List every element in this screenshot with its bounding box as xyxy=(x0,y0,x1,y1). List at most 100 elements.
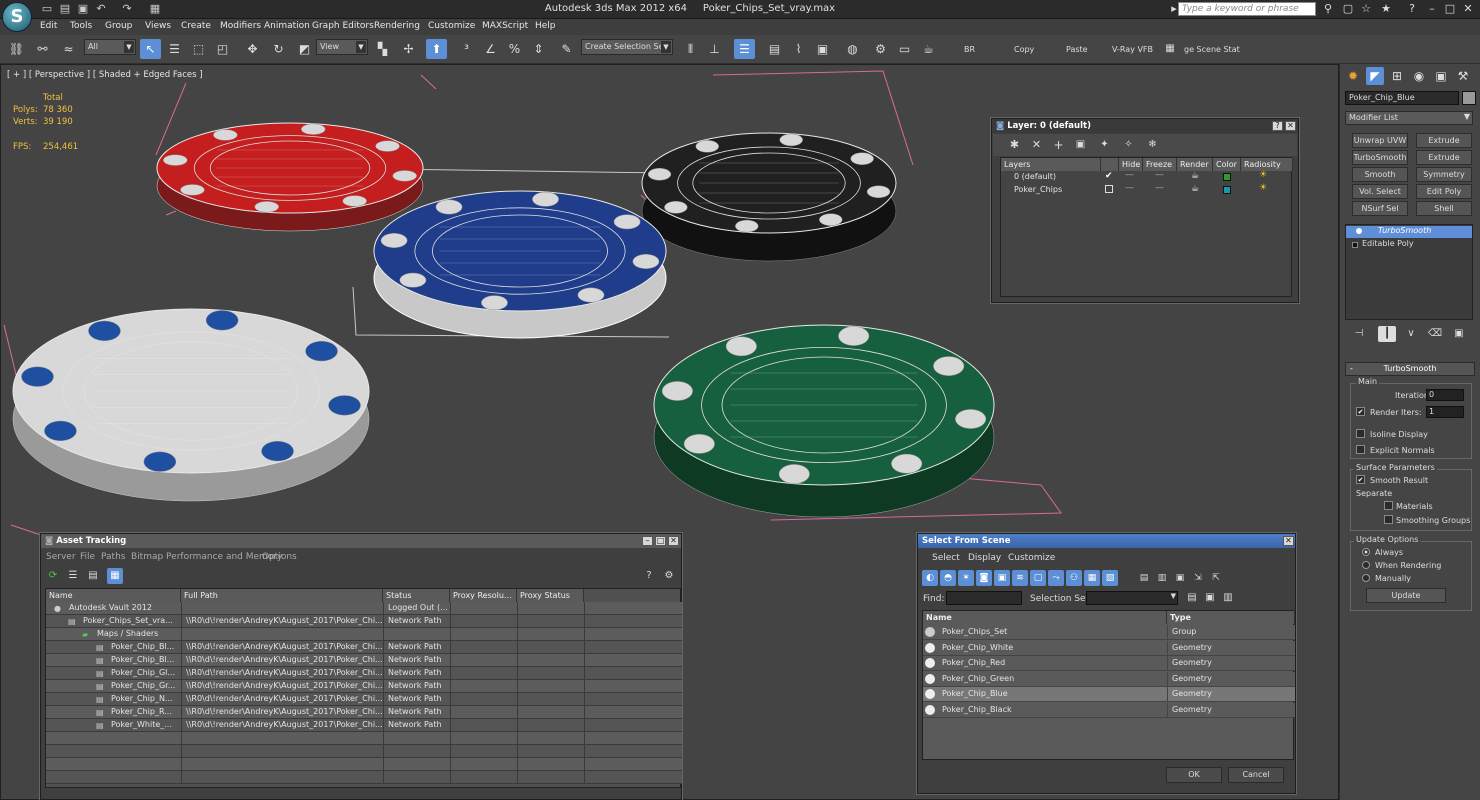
close-icon[interactable]: ✕ xyxy=(668,536,679,546)
angle-snap-icon[interactable]: ∠ xyxy=(480,39,501,59)
menu-modifiers[interactable]: Modifiers xyxy=(220,21,261,31)
keyboard-shortcut-icon[interactable]: ⬆ xyxy=(426,39,447,59)
table-row[interactable]: ▤ Poker_Chips_Set_vra... \\R0\d\!render\An… xyxy=(46,615,682,628)
refresh-icon[interactable]: ⟳ xyxy=(45,568,61,584)
display-containers-icon[interactable]: ▦ xyxy=(1084,570,1100,586)
display-shapes-icon[interactable]: ◓ xyxy=(940,570,956,586)
add-selset-icon[interactable]: ▤ xyxy=(1184,590,1200,606)
select-none-icon[interactable]: ▥ xyxy=(1154,570,1170,586)
table-row[interactable]: ▤ Poker_Chip_Bl... \\R0\d\!render\AndreyK\… xyxy=(46,641,682,654)
layer-row-default[interactable]: 0 (default) xyxy=(1011,171,1101,184)
list-item[interactable]: Poker_Chips_Set Group xyxy=(923,625,1295,640)
display-geometry-icon[interactable]: ◐ xyxy=(922,570,938,586)
modifier-preset-button[interactable]: NSurf Sel xyxy=(1352,201,1408,216)
communication-icon[interactable]: ☆ xyxy=(1358,2,1374,16)
table-row[interactable]: ▤ Poker_Chip_Gr... \\R0\d\!render\AndreyK\… xyxy=(46,680,682,693)
select-invert-icon[interactable]: ▣ xyxy=(1172,570,1188,586)
display-frozen-icon[interactable]: ▧ xyxy=(1102,570,1118,586)
layer-dialog-titlebar[interactable]: ◙ Layer: 0 (default) xyxy=(992,119,1298,133)
menu-group[interactable]: Group xyxy=(105,21,132,31)
spinner-snap-icon[interactable]: ⇕ xyxy=(528,39,549,59)
freeze-toggle-icon[interactable]: — xyxy=(1155,183,1164,193)
list-view-icon[interactable]: ☰ xyxy=(65,568,81,584)
col-status[interactable]: Status xyxy=(383,589,450,602)
app-logo-icon[interactable]: S xyxy=(2,2,32,32)
find-input[interactable] xyxy=(946,591,1022,605)
set-active-box-icon[interactable] xyxy=(1105,185,1113,193)
open-file-icon[interactable]: ▤ xyxy=(58,2,72,16)
manually-radio[interactable] xyxy=(1362,574,1370,582)
maximize-icon[interactable]: □ xyxy=(655,536,666,546)
selection-filter-dropdown[interactable]: All ▼ xyxy=(84,39,136,55)
table-row[interactable]: ▤ Poker_White_... \\R0\d\!render\AndreyK\A… xyxy=(46,719,682,732)
hide-toggle-icon[interactable]: — xyxy=(1125,170,1134,180)
paste-button[interactable]: Paste xyxy=(1066,45,1088,54)
table-view-icon[interactable]: ▤ xyxy=(85,568,101,584)
col-layers[interactable]: Layers xyxy=(1001,158,1101,171)
close-icon[interactable]: ✕ xyxy=(1285,121,1296,131)
expand-icon[interactable] xyxy=(1352,242,1358,248)
snap-3d-icon[interactable]: ³ xyxy=(456,39,477,59)
scene-state-icon[interactable]: ▦ xyxy=(1162,41,1178,57)
smooth-result-checkbox[interactable]: ✔ xyxy=(1356,475,1365,484)
modifier-preset-button[interactable]: Vol. Select xyxy=(1352,184,1408,199)
curve-editor-icon[interactable]: ⌇ xyxy=(788,39,809,59)
utilities-tab-icon[interactable]: ⚒ xyxy=(1454,67,1472,85)
when-rendering-radio[interactable] xyxy=(1362,561,1370,569)
copy-button[interactable]: Copy xyxy=(1014,45,1034,54)
hide-toggle-icon[interactable]: — xyxy=(1125,183,1134,193)
menu-views[interactable]: Views xyxy=(145,21,171,31)
close-icon[interactable]: ✕ xyxy=(1460,2,1476,16)
edit-named-sel-icon[interactable]: ✎ xyxy=(556,39,577,59)
display-helpers-icon[interactable]: ▣ xyxy=(994,570,1010,586)
undo-icon[interactable]: ↶ xyxy=(94,2,108,16)
menu-help[interactable]: Help xyxy=(535,21,556,31)
menu-graph-editors[interactable]: Graph Editors xyxy=(312,21,374,31)
layer-manager-icon[interactable]: ☰ xyxy=(734,39,755,59)
display-bones-icon[interactable]: ⚇ xyxy=(1066,570,1082,586)
smoothing-groups-checkbox[interactable] xyxy=(1384,515,1393,524)
schematic-view-icon[interactable]: ▣ xyxy=(812,39,833,59)
bind-spacewarp-icon[interactable]: ≈ xyxy=(58,39,79,59)
favorites-icon[interactable]: ★ xyxy=(1378,2,1394,16)
freeze-toggle-icon[interactable]: — xyxy=(1155,170,1164,180)
list-item[interactable]: Poker_Chip_Red Geometry xyxy=(923,656,1295,671)
layer-color-swatch[interactable] xyxy=(1223,186,1231,194)
select-by-name-icon[interactable]: ☰ xyxy=(164,39,185,59)
list-item[interactable]: Poker_Chip_Black Geometry xyxy=(923,702,1295,718)
radiosity-icon[interactable]: ☀ xyxy=(1259,183,1267,193)
modifier-preset-button[interactable]: Extrude xyxy=(1416,133,1472,148)
ok-button[interactable]: OK xyxy=(1166,767,1222,783)
menu-rendering[interactable]: Rendering xyxy=(374,21,420,31)
help-icon[interactable]: ? xyxy=(1272,121,1283,131)
col-proxy-res[interactable]: Proxy Resolu... xyxy=(450,589,517,602)
vray-vfb-button[interactable]: V-Ray VFB xyxy=(1112,45,1153,54)
modifier-preset-button[interactable]: Edit Poly xyxy=(1416,184,1472,199)
close-icon[interactable]: ✕ xyxy=(1283,536,1294,546)
settings-icon[interactable]: ⚙ xyxy=(661,568,677,584)
display-tab-icon[interactable]: ▣ xyxy=(1432,67,1450,85)
table-row[interactable]: ▤ Poker_Chip_Gl... \\R0\d\!render\AndreyK\… xyxy=(46,667,682,680)
table-row[interactable]: ▤ Poker_Chip_Bl... \\R0\d\!render\AndreyK\… xyxy=(46,654,682,667)
save-file-icon[interactable]: ▣ xyxy=(76,2,90,16)
modifier-stack[interactable]: TurboSmooth Editable Poly xyxy=(1345,224,1473,320)
display-cameras-icon[interactable]: ◙ xyxy=(976,570,992,586)
scale-icon[interactable]: ◩ xyxy=(294,39,315,59)
window-crossing-icon[interactable]: ◰ xyxy=(212,39,233,59)
render-iters-spinner[interactable]: 1 xyxy=(1426,406,1464,418)
col-name[interactable]: Name xyxy=(923,611,1167,624)
pin-stack-icon[interactable]: ⊣ xyxy=(1350,326,1368,342)
list-item[interactable]: Poker_Chip_Green Geometry xyxy=(923,671,1295,687)
binoculars-icon[interactable]: ⚲ xyxy=(1320,2,1336,16)
show-end-result-icon[interactable]: ┃ xyxy=(1378,326,1396,342)
layer-color-swatch[interactable] xyxy=(1223,173,1231,181)
grid-view-icon[interactable]: ▦ xyxy=(107,568,123,584)
maximize-icon[interactable]: □ xyxy=(1442,2,1458,16)
stack-item-editable-poly[interactable]: Editable Poly xyxy=(1346,239,1472,251)
table-row[interactable]: ▰ Maps / Shaders xyxy=(46,628,682,641)
help-icon[interactable]: ? xyxy=(1404,2,1420,16)
menu-options[interactable]: Options xyxy=(262,552,297,562)
mirror-icon[interactable]: ⫴ xyxy=(680,39,701,59)
cancel-button[interactable]: Cancel xyxy=(1228,767,1284,783)
asset-tracking-titlebar[interactable]: ◙ Asset Tracking xyxy=(41,534,681,548)
